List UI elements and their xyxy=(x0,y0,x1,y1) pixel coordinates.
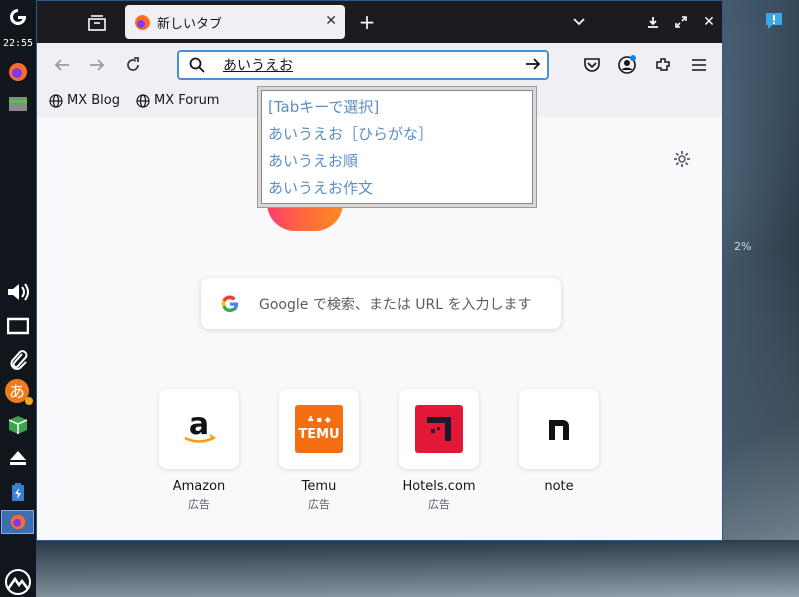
bookmark-label: MX Blog xyxy=(67,93,120,108)
tile-sponsor-label: 広告 xyxy=(188,498,210,511)
tile-hotels[interactable]: Hotels.com 広告 xyxy=(399,389,479,512)
display-icon[interactable] xyxy=(0,314,36,338)
tab-title: 新しいタブ xyxy=(157,16,223,32)
globe-icon xyxy=(136,93,150,108)
go-arrow-icon[interactable] xyxy=(519,56,547,75)
tile-name: Amazon xyxy=(172,479,226,494)
ime-candidate[interactable]: あいうえお作文 xyxy=(268,175,526,202)
tab-new-tab[interactable]: 新しいタブ ✕ xyxy=(125,5,345,39)
new-tab-plus-icon[interactable]: + xyxy=(357,10,377,34)
list-all-tabs-chevron-icon[interactable] xyxy=(569,12,589,32)
ime-candidate[interactable]: あいうえお［ひらがな］ xyxy=(268,121,526,148)
svg-text:a: a xyxy=(189,412,209,442)
globe-icon xyxy=(49,93,63,108)
bookmark-label: MX Forum xyxy=(154,93,220,108)
eject-icon[interactable] xyxy=(0,446,36,470)
forward-arrow-icon[interactable] xyxy=(87,55,107,75)
package-icon[interactable] xyxy=(0,412,36,438)
extensions-icon[interactable] xyxy=(653,55,673,75)
notification-icon[interactable] xyxy=(764,11,784,31)
tab-overview-icon[interactable] xyxy=(87,13,107,33)
google-logo-icon xyxy=(201,294,259,313)
tile-name: Temu xyxy=(301,479,337,494)
svg-text:TEMU: TEMU xyxy=(298,427,339,442)
firefox-window: 新しいタブ ✕ + ✕ あいうえお MX Blog MX Forum Googl… xyxy=(36,0,723,541)
tile-amazon[interactable]: a Amazon 広告 xyxy=(159,389,239,512)
gear-icon[interactable] xyxy=(673,150,691,172)
hotels-logo-icon xyxy=(399,389,479,469)
download-window-icon[interactable] xyxy=(643,12,663,32)
bookmark-mx-forum[interactable]: MX Forum xyxy=(136,93,219,108)
firefox-taskbar-button[interactable] xyxy=(1,510,34,534)
firefox-favicon-icon xyxy=(135,14,150,30)
firefox-launcher-icon[interactable] xyxy=(0,60,36,84)
paperclip-icon[interactable] xyxy=(0,347,36,373)
volume-icon[interactable] xyxy=(0,280,36,304)
ime-candidate-popup: [Tabキーで選択] あいうえお［ひらがな］ あいうえお順 あいうえお作文 xyxy=(257,86,537,208)
google-search-box[interactable]: Google で検索、または URL を入力します xyxy=(201,278,561,329)
address-bar[interactable]: あいうえお xyxy=(177,50,549,80)
desktop-bottom-area xyxy=(36,540,799,597)
address-input-value[interactable]: あいうえお xyxy=(215,55,519,75)
left-panel: 22:55 あ xyxy=(0,0,36,597)
reload-icon[interactable] xyxy=(123,55,143,75)
back-arrow-icon[interactable] xyxy=(52,55,72,75)
input-method-icon[interactable]: あ xyxy=(0,378,36,406)
tile-note[interactable]: note xyxy=(519,389,599,496)
maximize-icon[interactable] xyxy=(671,12,691,32)
clock: 22:55 xyxy=(2,38,34,49)
svg-text:あ: あ xyxy=(9,382,25,401)
navigation-toolbar: あいうえお xyxy=(37,43,722,87)
tab-bar: 新しいタブ ✕ + ✕ xyxy=(37,1,722,43)
temu-logo-icon: TEMU ♣ ▪ ◆ xyxy=(279,389,359,469)
tile-name: Hotels.com xyxy=(402,479,476,494)
svg-text:♣ ▪ ◆: ♣ ▪ ◆ xyxy=(307,415,332,424)
ime-candidate[interactable]: [Tabキーで選択] xyxy=(268,94,526,121)
tile-sponsor-label: 広告 xyxy=(308,498,330,511)
close-window-icon[interactable]: ✕ xyxy=(699,12,719,32)
mx-logo-icon[interactable] xyxy=(0,568,36,596)
hamburger-menu-icon[interactable] xyxy=(689,55,709,75)
account-icon[interactable] xyxy=(617,55,637,75)
note-logo-icon xyxy=(519,389,599,469)
file-manager-icon[interactable] xyxy=(0,92,36,116)
tile-temu[interactable]: TEMU ♣ ▪ ◆ Temu 広告 xyxy=(279,389,359,512)
bookmark-mx-blog[interactable]: MX Blog xyxy=(49,93,120,108)
desktop-percent-label: 2% xyxy=(734,240,752,253)
ime-candidate[interactable]: あいうえお順 xyxy=(268,148,526,175)
tile-sponsor-label: 広告 xyxy=(428,498,450,511)
search-icon xyxy=(179,57,215,73)
power-battery-icon[interactable] xyxy=(0,480,36,504)
close-tab-icon[interactable]: ✕ xyxy=(325,13,337,29)
pocket-icon[interactable] xyxy=(582,55,602,75)
tile-name: note xyxy=(544,479,574,494)
amazon-logo-icon: a xyxy=(159,389,239,469)
menu-icon[interactable] xyxy=(0,4,36,30)
search-placeholder: Google で検索、または URL を入力します xyxy=(259,296,532,313)
